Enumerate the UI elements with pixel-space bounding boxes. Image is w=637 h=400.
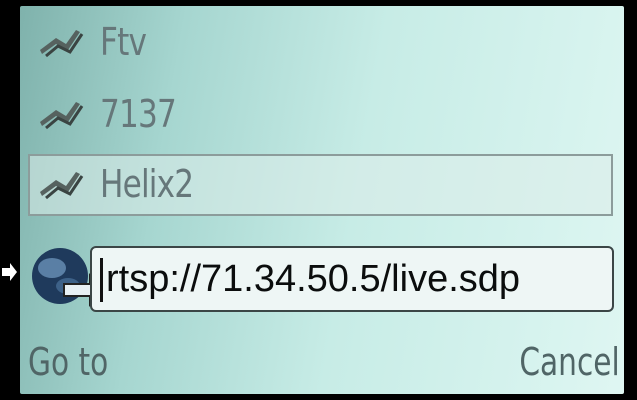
bookmark-item-selected[interactable]: Helix2 (28, 154, 613, 216)
url-input[interactable]: rtsp://71.34.50.5/live.sdp (90, 246, 614, 312)
pointer-arrow-icon (2, 263, 17, 281)
bookmark-label: Helix2 (100, 162, 194, 206)
bookmark-icon (40, 172, 84, 200)
bookmark-item[interactable]: Ftv (28, 12, 613, 74)
go-to-softkey[interactable]: Go to (28, 340, 108, 384)
bookmark-item[interactable]: 7137 (28, 84, 613, 146)
text-cursor (100, 258, 103, 302)
url-text: rtsp://71.34.50.5/live.sdp (106, 258, 521, 300)
cancel-softkey[interactable]: Cancel (520, 340, 620, 384)
bookmark-icon (40, 30, 84, 58)
phone-screen: Ftv 7137 Helix2 rtsp://71.34.50.5/live.s… (20, 6, 624, 394)
bookmark-label: Ftv (100, 20, 147, 64)
bookmark-icon (40, 102, 84, 130)
bookmark-label: 7137 (100, 92, 177, 136)
address-row: rtsp://71.34.50.5/live.sdp (28, 236, 618, 322)
